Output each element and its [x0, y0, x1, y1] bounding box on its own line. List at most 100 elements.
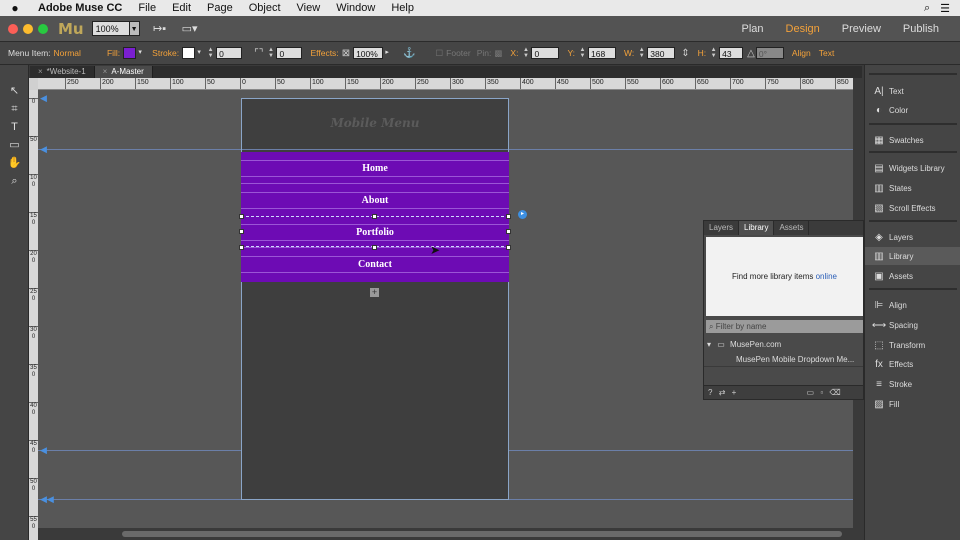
- tab-website-1[interactable]: × *Website-1: [30, 66, 95, 78]
- fill-color-swatch[interactable]: [123, 47, 137, 59]
- new-folder-icon[interactable]: ▭: [807, 388, 815, 397]
- pin-icon[interactable]: ▩: [494, 48, 502, 59]
- selection-tool-icon[interactable]: ↖: [0, 83, 29, 99]
- resize-handle[interactable]: [372, 245, 377, 250]
- panel-swatches[interactable]: ▦ Swatches: [865, 131, 960, 149]
- add-menu-item-button[interactable]: +: [370, 288, 379, 297]
- menu-help[interactable]: Help: [383, 2, 422, 14]
- panel-color[interactable]: ◐ Color: [865, 101, 960, 119]
- panel-stroke[interactable]: ≡ Stroke: [865, 375, 960, 393]
- apple-icon[interactable]: ●: [0, 1, 30, 15]
- menu-item-contact[interactable]: Contact: [241, 259, 509, 270]
- close-tab-icon[interactable]: ×: [103, 67, 108, 76]
- rotation-field[interactable]: 0°: [755, 47, 784, 59]
- library-folder-row[interactable]: ▾ ▭ MusePen.com: [704, 337, 863, 352]
- page-header[interactable]: Mobile Menu: [242, 99, 508, 150]
- widget-options-icon[interactable]: ▸: [518, 210, 527, 219]
- menu-page[interactable]: Page: [199, 2, 241, 14]
- panel-assets[interactable]: ▣ Assets: [865, 267, 960, 285]
- h-field[interactable]: 43: [719, 47, 744, 59]
- panel-fill[interactable]: ▨ Fill: [865, 395, 960, 413]
- panel-states[interactable]: ▥ States: [865, 179, 960, 197]
- menu-app-name[interactable]: Adobe Muse CC: [30, 2, 130, 14]
- tab-library[interactable]: Library: [739, 221, 775, 235]
- resize-handle[interactable]: [239, 245, 244, 250]
- footer-checkbox[interactable]: ☐: [436, 48, 444, 59]
- h-stepper-icon[interactable]: ▲ ▼: [709, 47, 718, 59]
- resize-handle[interactable]: [239, 214, 244, 219]
- vertical-ruler[interactable]: 0 50 100 150 200 250 300 350 400 450 500 550: [29, 90, 38, 540]
- panel-widgets-library[interactable]: ▤ Widgets Library: [865, 159, 960, 177]
- tab-layers[interactable]: Layers: [704, 221, 740, 235]
- panel-library[interactable]: ▥ Library: [865, 247, 960, 265]
- panel-effects[interactable]: fx Effects: [865, 355, 960, 373]
- spotlight-search-icon[interactable]: ⌕: [924, 2, 930, 15]
- menu-item-home[interactable]: Home: [241, 163, 509, 174]
- text-link[interactable]: Text: [819, 48, 835, 58]
- panel-scroll-effects[interactable]: ▧ Scroll Effects: [865, 199, 960, 217]
- guide-marker-icon[interactable]: ◀: [40, 445, 47, 456]
- align-link[interactable]: Align: [792, 48, 811, 58]
- w-field[interactable]: 380: [647, 47, 676, 59]
- zoom-tool-icon[interactable]: ⌕: [0, 173, 29, 189]
- menu-item-state[interactable]: Normal: [54, 48, 81, 58]
- tab-assets[interactable]: Assets: [774, 221, 810, 235]
- zoom-level-field[interactable]: 100%: [91, 21, 130, 36]
- mobile-menu-title[interactable]: Mobile Menu: [242, 116, 508, 130]
- menu-item-about[interactable]: About: [241, 195, 509, 206]
- zoom-window-button[interactable]: [38, 23, 48, 34]
- guide-marker-icon[interactable]: ◀: [40, 93, 47, 104]
- panel-transform[interactable]: ⬚ Transform: [865, 336, 960, 354]
- panel-spacing[interactable]: ⟷ Spacing: [865, 316, 960, 334]
- corner-stepper-icon[interactable]: ▲ ▼: [266, 47, 275, 59]
- device-layout-icon[interactable]: ▭▾: [180, 22, 200, 36]
- link-dimensions-icon[interactable]: ⇕: [681, 48, 689, 59]
- menu-view[interactable]: View: [289, 2, 329, 14]
- resize-handle[interactable]: [372, 214, 377, 219]
- list-icon[interactable]: ☰: [940, 2, 950, 15]
- preview-page-icon[interactable]: ↦▪: [150, 22, 170, 36]
- stroke-stepper-icon[interactable]: ▲ ▼: [206, 47, 215, 59]
- stroke-dropdown-icon[interactable]: ▾: [195, 47, 203, 59]
- anchor-icon[interactable]: ⚓: [403, 48, 415, 59]
- horizontal-scrollbar[interactable]: [38, 528, 853, 540]
- library-item-row[interactable]: MusePen Mobile Dropdown Me...: [704, 352, 863, 367]
- horizontal-ruler[interactable]: 250 200 150 100 50 0 50 100 150 200 250 300 350 400 45…: [38, 78, 853, 90]
- menu-window[interactable]: Window: [328, 2, 383, 14]
- scrollbar-thumb[interactable]: [122, 531, 842, 537]
- help-icon[interactable]: ?: [708, 388, 712, 397]
- hand-tool-icon[interactable]: ✋: [0, 155, 29, 171]
- stroke-color-swatch[interactable]: [182, 47, 196, 59]
- share-icon[interactable]: ⇄: [719, 388, 726, 397]
- panel-layers[interactable]: ◈ Layers: [865, 228, 960, 246]
- guide-marker-icon[interactable]: ◀◀: [40, 494, 54, 505]
- tab-a-master[interactable]: × A-Master: [94, 66, 153, 78]
- menu-edit[interactable]: Edit: [164, 2, 199, 14]
- x-stepper-icon[interactable]: ▲ ▼: [521, 47, 530, 59]
- resize-handle[interactable]: [506, 214, 511, 219]
- resize-handle[interactable]: [506, 229, 511, 234]
- delete-icon[interactable]: ⌫: [829, 388, 840, 397]
- panel-text[interactable]: A| Text: [865, 82, 960, 100]
- resize-handle[interactable]: [239, 229, 244, 234]
- close-tab-icon[interactable]: ×: [38, 67, 43, 76]
- add-library-icon[interactable]: +: [732, 388, 737, 397]
- menu-object[interactable]: Object: [241, 2, 289, 14]
- online-link[interactable]: online: [816, 272, 837, 281]
- disclosure-triangle-icon[interactable]: ▾: [707, 340, 711, 349]
- library-filter-input[interactable]: ⌕ Filter by name: [706, 320, 863, 333]
- fill-dropdown-icon[interactable]: ▾: [136, 47, 144, 59]
- mode-preview[interactable]: Preview: [831, 23, 892, 35]
- minimize-window-button[interactable]: [23, 23, 33, 34]
- mode-design[interactable]: Design: [775, 23, 831, 35]
- guide-marker-icon[interactable]: ◀: [40, 144, 47, 155]
- resize-handle[interactable]: [506, 245, 511, 250]
- opacity-arrow-icon[interactable]: ▸: [383, 47, 391, 59]
- x-field[interactable]: 0: [531, 47, 560, 59]
- w-stepper-icon[interactable]: ▲ ▼: [637, 47, 646, 59]
- close-window-button[interactable]: [8, 23, 18, 34]
- opacity-field[interactable]: 100%: [353, 47, 384, 59]
- y-stepper-icon[interactable]: ▲ ▼: [578, 47, 587, 59]
- text-tool-icon[interactable]: T: [0, 119, 29, 135]
- rectangle-tool-icon[interactable]: ▭: [0, 137, 29, 153]
